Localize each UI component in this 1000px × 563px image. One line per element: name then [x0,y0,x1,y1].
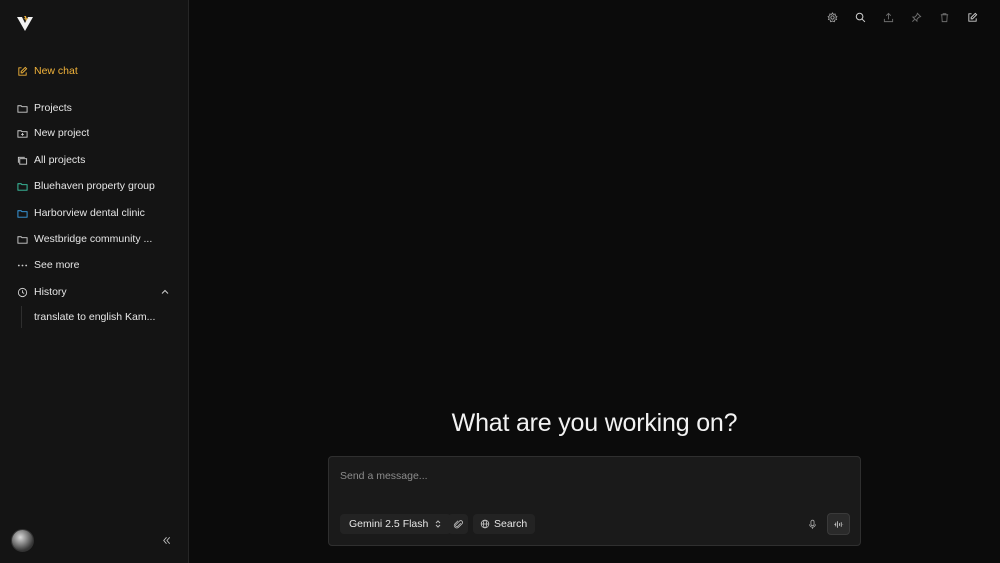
model-name: Gemini 2.5 Flash [349,518,429,530]
collapse-sidebar-button[interactable] [158,533,174,547]
delete-button[interactable] [930,9,958,25]
share-button[interactable] [874,9,902,25]
sidebar-item-label: Westbridge community ... [34,233,153,245]
chevron-up-icon[interactable] [160,287,170,297]
chevron-up-down-icon [436,520,441,528]
gear-icon [826,11,838,22]
top-toolbar [818,9,986,25]
sidebar-item-label: See more [34,259,80,271]
microphone-button[interactable] [804,514,820,534]
sidebar-item-new-project[interactable]: New project [10,122,178,144]
sidebar-item-see-more[interactable]: See more [10,254,178,276]
sidebar-item-label: New project [34,127,90,139]
folder-icon [17,103,28,114]
search-label: Search [494,518,528,530]
voice-mode-button[interactable] [827,513,850,535]
chevrons-left-icon [162,536,170,544]
globe-icon [480,519,490,529]
sidebar: New chat Projects New project All projec… [0,0,189,563]
edit-icon [17,66,28,77]
search-icon [855,12,865,22]
new-chat-top-button[interactable] [958,9,986,25]
upload-icon [883,12,893,22]
app-logo-icon[interactable] [16,15,34,33]
message-composer: Gemini 2.5 Flash Search [328,456,861,546]
edit-icon [967,12,977,22]
pin-icon [911,12,921,22]
sidebar-item-westbridge[interactable]: Westbridge community ... [10,228,178,250]
sidebar-item-bluehaven[interactable]: Bluehaven property group [10,175,178,197]
web-search-toggle[interactable]: Search [473,514,536,534]
new-chat-button[interactable]: New chat [10,60,178,82]
history-entry[interactable]: translate to english Kam... [21,306,171,328]
history-label: History [34,286,67,298]
sidebar-item-projects[interactable]: Projects [10,97,178,119]
sidebar-item-all-projects[interactable]: All projects [10,149,178,171]
new-chat-label: New chat [34,65,78,77]
sidebar-item-label: All projects [34,154,86,166]
folder-icon [17,234,28,245]
avatar[interactable] [11,529,34,552]
pin-button[interactable] [902,9,930,25]
settings-button[interactable] [818,9,846,25]
sidebar-item-history[interactable]: History [10,281,178,303]
folder-icon [17,181,28,192]
model-selector[interactable]: Gemini 2.5 Flash [340,514,452,534]
page-title: What are you working on? [451,409,738,437]
trash-icon [940,12,948,22]
sidebar-item-harborview[interactable]: Harborview dental clinic [10,202,178,224]
audio-waveform-icon [834,520,844,528]
microphone-icon [808,519,816,529]
folder-plus-icon [17,128,28,139]
search-button[interactable] [846,9,874,25]
sidebar-item-label: Bluehaven property group [34,180,155,192]
paperclip-icon [453,519,463,528]
attach-button[interactable] [448,514,468,534]
folder-icon [17,208,28,219]
ellipsis-icon [17,260,28,271]
sidebar-item-label: Projects [34,102,72,114]
message-input[interactable] [340,468,780,484]
sidebar-item-label: Harborview dental clinic [34,207,145,219]
clock-icon [17,287,28,298]
folders-icon [17,155,28,166]
